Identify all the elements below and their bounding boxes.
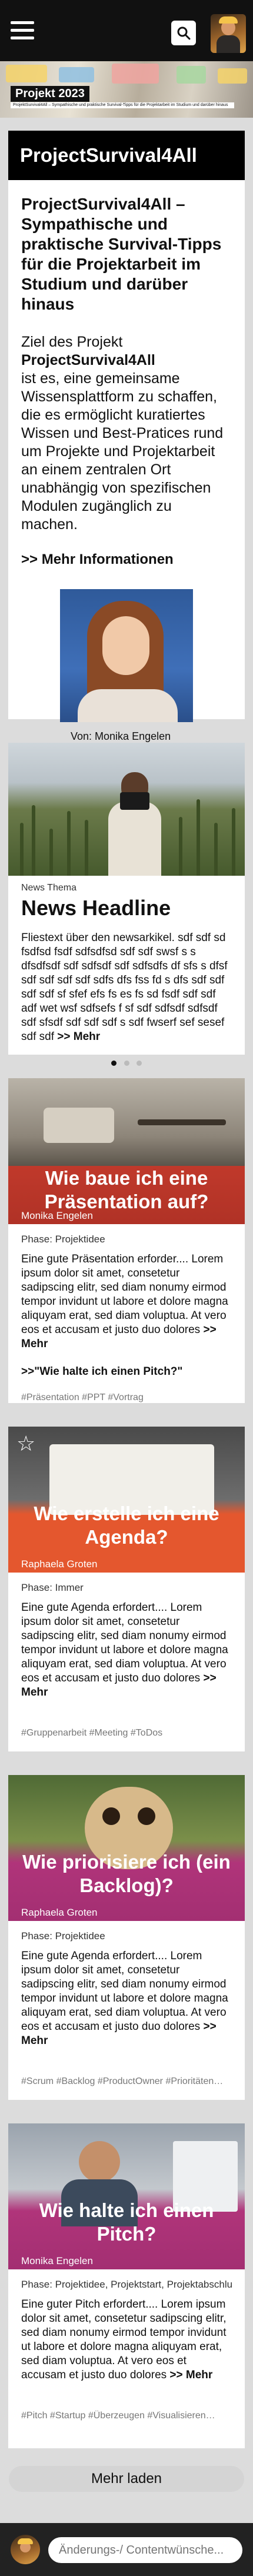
hamburger-menu-icon[interactable] [11, 21, 34, 40]
news-carousel-dots [21, 1058, 232, 1069]
article-text: Eine gute Präsentation erforder.... Lore… [21, 1252, 232, 1351]
site-heading: ProjectSurvival4All [8, 131, 245, 180]
search-icon [177, 26, 191, 40]
article-author: Raphaela Groten [21, 1907, 98, 1918]
article-tags[interactable]: #Präsentation #PPT #Vortrag [21, 1392, 232, 1403]
article-body-text: Eine gute Präsentation erforder.... Lore… [21, 1253, 228, 1336]
article-body-text: Eine gute Agenda erfordert.... Lorem ips… [21, 1601, 228, 1684]
article-image: Wie priorisiere ich (ein Backlog)? Rapha… [8, 1775, 245, 1921]
article-phase: Phase: Projektidee, Projektstart, Projek… [21, 2279, 232, 2290]
article-card[interactable]: Wie baue ich eine Präsentation auf? Moni… [8, 1078, 245, 1403]
more-info-link[interactable]: >> Mehr Informationen [21, 551, 232, 568]
news-body-text: Fliestext über den newsarkikel. sdf sdf … [21, 932, 228, 1043]
goal-project-name: ProjectSurvival4All [21, 352, 155, 368]
article-author: Monika Engelen [21, 2255, 93, 2266]
portrait-caption: Von: Monika Engelen [71, 730, 171, 742]
assistant-avatar [11, 2535, 40, 2564]
article-phase: Phase: Projektidee [21, 1234, 105, 1245]
article-author: Raphaela Groten [21, 1558, 98, 1570]
article-title[interactable]: Wie priorisiere ich (ein Backlog)? [8, 1850, 245, 1897]
carousel-dot[interactable] [136, 1061, 142, 1066]
goal-prefix: Ziel des Projekt [21, 334, 123, 350]
feedback-bar [0, 2523, 253, 2576]
article-card[interactable]: ☆ Wie erstelle ich eine Agenda? Raphaela… [8, 1427, 245, 1751]
user-avatar[interactable] [211, 14, 246, 53]
carousel-dot[interactable] [124, 1061, 129, 1066]
article-tags[interactable]: #Pitch #Startup #Überzeugen #Visualisier… [21, 2411, 232, 2421]
article-title[interactable]: Wie halte ich einen Pitch? [8, 2199, 245, 2246]
article-card[interactable]: Wie priorisiere ich (ein Backlog)? Rapha… [8, 1775, 245, 2100]
news-image [8, 743, 245, 876]
article-image: Wie halte ich einen Pitch? Monika Engele… [8, 2123, 245, 2269]
news-headline[interactable]: News Headline [21, 896, 232, 920]
article-text: Eine gute Agenda erfordert.... Lorem ips… [21, 1949, 232, 2048]
news-text: Fliestext über den newsarkikel. sdf sdf … [21, 931, 232, 1044]
article-text: Eine gute Agenda erfordert.... Lorem ips… [21, 1601, 232, 1700]
article-tags[interactable]: #Scrum #Backlog #ProductOwner #Priorität… [21, 2076, 232, 2087]
intro-title: ProjectSurvival4All – Sympathische und p… [21, 195, 222, 313]
article-text: Eine guter Pitch erfordert.... Lorem ips… [21, 2298, 232, 2382]
article-more-link[interactable]: >> Mehr [169, 2369, 212, 2381]
load-more-button[interactable]: Mehr laden [9, 2466, 244, 2492]
article-image: Wie baue ich eine Präsentation auf? Moni… [8, 1078, 245, 1224]
carousel-dot[interactable] [111, 1061, 117, 1066]
banner-subtitle: ProjektSurvival4All – Sympathische und p… [11, 102, 234, 108]
goal-text: ist es, eine gemeinsame Wissensplattform… [21, 370, 224, 533]
article-phase: Phase: Projektidee [21, 1930, 105, 1942]
news-topic: News Thema [21, 883, 76, 893]
article-phase: Phase: Immer [21, 1582, 84, 1593]
project-banner: Projekt 2023 ProjektSurvival4All – Sympa… [0, 61, 253, 118]
article-image: ☆ Wie erstelle ich eine Agenda? Raphaela… [8, 1427, 245, 1573]
news-card[interactable]: News Thema News Headline Fliestext über … [8, 743, 245, 1066]
star-icon[interactable]: ☆ [16, 1431, 35, 1456]
article-title[interactable]: Wie baue ich eine Präsentation auf? [8, 1166, 245, 1214]
news-more-link[interactable]: >> Mehr [57, 1031, 100, 1043]
author-portrait [60, 589, 193, 722]
article-title[interactable]: Wie erstelle ich eine Agenda? [8, 1502, 245, 1549]
banner-title: Projekt 2023 [11, 86, 89, 102]
top-bar [0, 0, 253, 61]
article-body-text: Eine gute Agenda erfordert.... Lorem ips… [21, 1950, 228, 2033]
article-card[interactable]: Wie halte ich einen Pitch? Monika Engele… [8, 2123, 245, 2448]
article-author: Monika Engelen [21, 1210, 93, 1221]
article-tags[interactable]: #Gruppenarbeit #Meeting #ToDos [21, 1728, 232, 1739]
search-button[interactable] [171, 21, 196, 45]
feedback-input[interactable] [48, 2537, 242, 2563]
intro-card: ProjectSurvival4All ProjectSurvival4All … [8, 131, 245, 760]
article-related-link[interactable]: >>"Wie halte ich einen Pitch?" [21, 1365, 232, 1378]
intro-text: Ziel des Projekt ProjectSurvival4All ist… [21, 333, 232, 534]
